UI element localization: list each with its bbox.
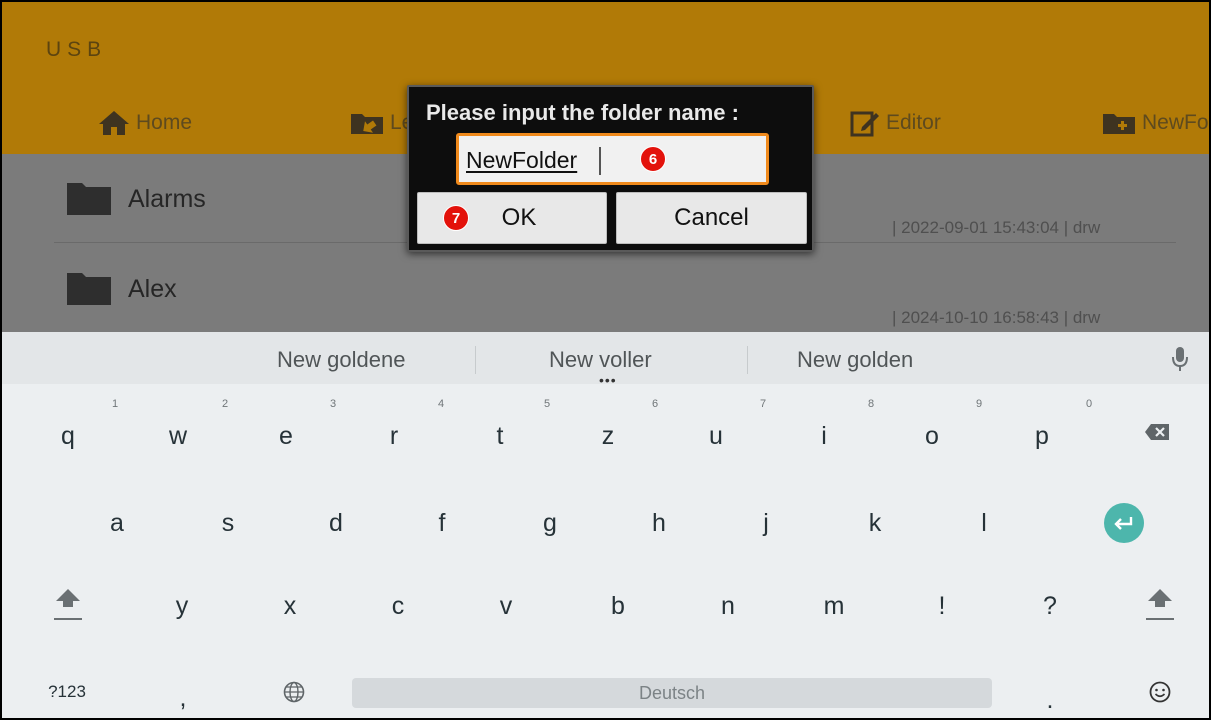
folder-up-icon <box>351 114 383 134</box>
key-r[interactable]: r <box>364 406 424 466</box>
file-row-alex[interactable]: Alex | 2024-10-10 16:58:43 | drw <box>2 244 1209 334</box>
text-caret <box>599 147 601 175</box>
key-s[interactable]: s <box>198 493 258 553</box>
file-name: Alex <box>128 275 177 303</box>
cancel-label: Cancel <box>674 204 749 231</box>
suggestion-2[interactable]: New voller <box>549 347 652 373</box>
key-e[interactable]: e <box>256 406 316 466</box>
suggestion-divider <box>747 346 748 374</box>
toolbar-editor-button[interactable]: Editor <box>850 108 941 138</box>
key-n[interactable]: n <box>698 576 758 636</box>
ok-label: OK <box>501 204 537 231</box>
key-number-hint: 4 <box>438 398 445 410</box>
period-key[interactable]: . <box>1022 670 1078 718</box>
key-t[interactable]: t <box>470 406 530 466</box>
key-j[interactable]: j <box>736 493 796 553</box>
shift-icon <box>1146 589 1174 620</box>
key-o[interactable]: o <box>902 406 962 466</box>
key-number-hint: 5 <box>544 398 551 410</box>
toolbar-home-button[interactable]: Home <box>98 108 192 138</box>
key-number-hint: 8 <box>868 398 875 410</box>
step-badge-7: 7 <box>443 205 469 231</box>
more-suggestions-indicator[interactable]: ••• <box>599 372 617 388</box>
key-z[interactable]: z <box>578 406 638 466</box>
space-key[interactable]: Deutsch <box>352 678 992 708</box>
language-key[interactable] <box>264 662 324 718</box>
toolbar-home-label: Home <box>136 111 193 134</box>
shift-icon <box>54 589 82 620</box>
key-number-hint: 6 <box>652 398 659 410</box>
key-number-hint: 9 <box>976 398 983 410</box>
key-h[interactable]: h <box>629 493 689 553</box>
suggestion-3[interactable]: New golden <box>797 347 913 373</box>
mic-icon[interactable] <box>1172 346 1188 372</box>
toolbar-new-folder-label: NewFo <box>1142 111 1209 134</box>
key-f[interactable]: f <box>412 493 472 553</box>
enter-icon <box>1114 517 1133 530</box>
key-l[interactable]: l <box>954 493 1014 553</box>
backspace-icon <box>1145 424 1169 440</box>
key-i[interactable]: i <box>794 406 854 466</box>
key-g[interactable]: g <box>520 493 580 553</box>
key-exclamation[interactable]: ! <box>912 576 972 636</box>
key-p[interactable]: p <box>1012 406 1072 466</box>
edit-icon <box>850 111 879 137</box>
home-icon <box>99 111 129 135</box>
key-a[interactable]: a <box>87 493 147 553</box>
key-c[interactable]: c <box>368 576 428 636</box>
folder-icon <box>67 273 111 305</box>
shift-key-right[interactable] <box>1130 574 1190 634</box>
cancel-button[interactable]: Cancel <box>616 192 807 244</box>
symbols-key[interactable]: ?123 <box>32 662 102 718</box>
shift-key-left[interactable] <box>38 574 98 634</box>
toolbar-editor-label: Editor <box>886 111 941 134</box>
suggestion-divider <box>475 346 476 374</box>
step-badge-6: 6 <box>640 146 666 172</box>
enter-key[interactable] <box>1104 503 1144 543</box>
key-number-hint: 0 <box>1086 398 1093 410</box>
new-folder-dialog: Please input the folder name : NewFolder… <box>407 85 814 252</box>
key-number-hint: 7 <box>760 398 767 410</box>
emoji-icon <box>1149 681 1171 703</box>
toolbar-level-up-button[interactable]: Le <box>350 108 413 138</box>
file-meta: | 2022-09-01 15:43:04 | drw <box>892 218 1101 237</box>
folder-icon <box>67 183 111 215</box>
key-question[interactable]: ? <box>1020 576 1080 636</box>
app-title: USB <box>46 38 108 61</box>
android-screen: USB Home Le Editor NewFo Alarms | 2022-0… <box>0 0 1211 720</box>
key-b[interactable]: b <box>588 576 648 636</box>
new-folder-icon <box>1103 114 1135 134</box>
emoji-key[interactable] <box>1130 662 1190 718</box>
file-name: Alarms <box>128 185 206 213</box>
key-m[interactable]: m <box>804 576 864 636</box>
comma-key[interactable]: , <box>158 668 208 718</box>
suggestion-strip: New goldene New voller ••• New golden <box>2 332 1209 388</box>
folder-name-input[interactable] <box>456 133 769 185</box>
toolbar-new-folder-button[interactable]: NewFo <box>1102 108 1209 138</box>
file-meta: | 2024-10-10 16:58:43 | drw <box>892 308 1101 327</box>
key-number-hint: 3 <box>330 398 337 410</box>
key-number-hint: 2 <box>222 398 229 410</box>
soft-keyboard: New goldene New voller ••• New golden ?1… <box>2 332 1209 718</box>
key-d[interactable]: d <box>306 493 366 553</box>
suggestion-1[interactable]: New goldene <box>277 347 405 373</box>
key-x[interactable]: x <box>260 576 320 636</box>
key-u[interactable]: u <box>686 406 746 466</box>
globe-icon <box>283 681 305 703</box>
key-v[interactable]: v <box>476 576 536 636</box>
key-k[interactable]: k <box>845 493 905 553</box>
key-number-hint: 1 <box>112 398 119 410</box>
key-y[interactable]: y <box>152 576 212 636</box>
key-w[interactable]: w <box>148 406 208 466</box>
backspace-key[interactable] <box>1127 402 1187 462</box>
dialog-title: Please input the folder name : <box>426 100 739 125</box>
key-q[interactable]: q <box>38 406 98 466</box>
